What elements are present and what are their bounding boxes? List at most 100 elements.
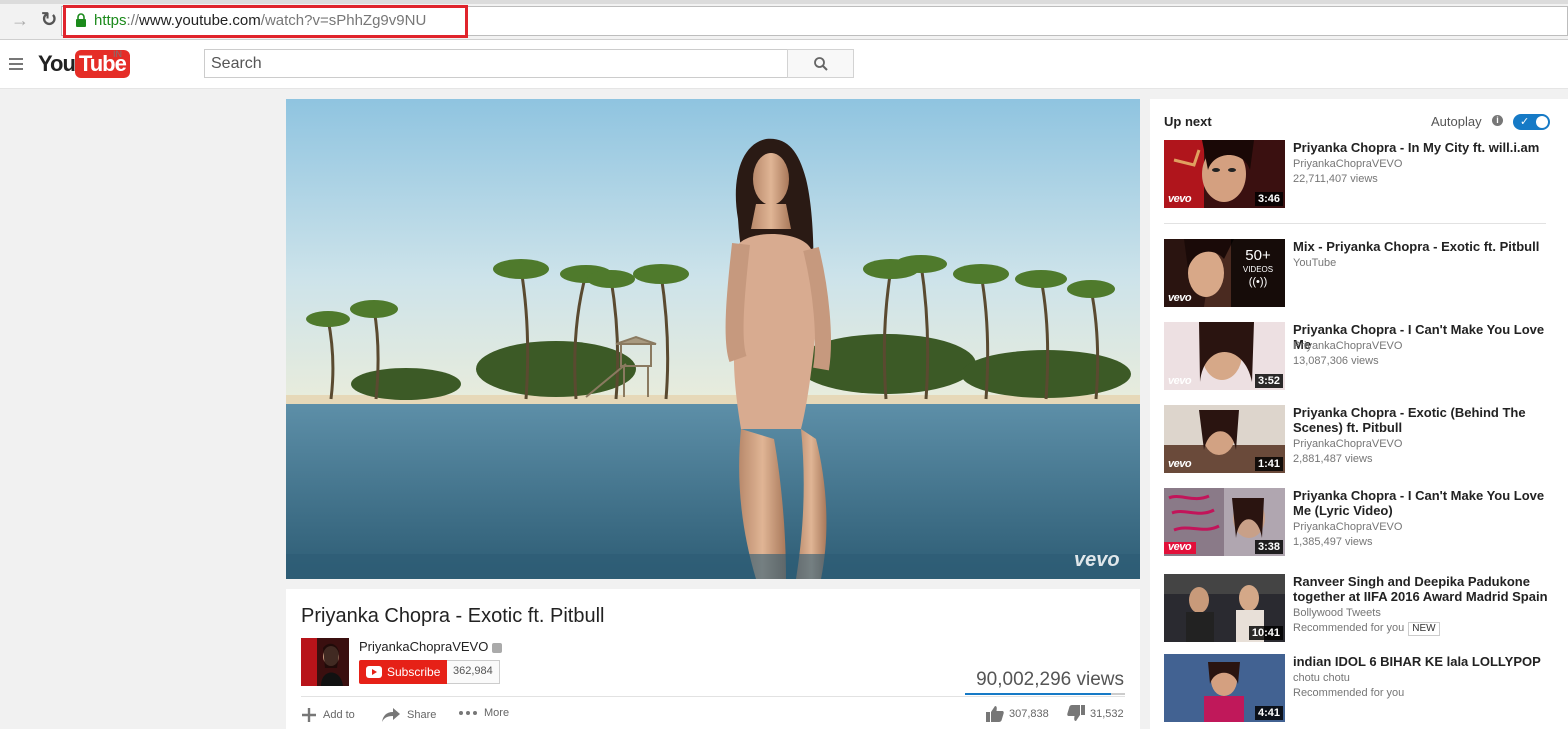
search-input[interactable]: Search	[204, 49, 788, 78]
divider	[1164, 223, 1546, 224]
related-video[interactable]: vevo 3:46 Priyanka Chopra - In My City f…	[1164, 140, 1564, 208]
video-frame: vevo	[286, 99, 1140, 579]
more-label: More	[484, 707, 510, 719]
share-label: Share	[407, 709, 437, 721]
related-video-views: 13,087,306 views	[1293, 355, 1379, 367]
recommended-label: Recommended for you NEW	[1293, 621, 1440, 636]
channel-name[interactable]: PriyankaChopraVEVO	[359, 639, 503, 654]
related-video-channel: YouTube	[1293, 257, 1337, 269]
channel-name-text: PriyankaChopraVEVO	[359, 639, 489, 654]
recommended-text: Recommended for you	[1293, 622, 1405, 634]
mix-videos-label: VIDEOS	[1242, 265, 1274, 274]
related-video-title[interactable]: Ranveer Singh and Deepika Padukone toget…	[1293, 574, 1563, 604]
vevo-logo: vevo	[1168, 193, 1192, 205]
up-next-sidebar: Up next Autoplay i ✓ vevo 3:46 Priyanka …	[1150, 99, 1568, 729]
add-to-button[interactable]: Add to	[301, 707, 355, 723]
verified-icon	[492, 642, 503, 653]
hamburger-menu-icon[interactable]	[9, 58, 23, 70]
autoplay-label: Autoplay	[1431, 114, 1482, 129]
video-thumbnail[interactable]: vevo 3:52	[1164, 322, 1285, 390]
video-thumbnail[interactable]: vevo 50+ VIDEOS ((•))	[1164, 239, 1285, 307]
url-highlight-box	[63, 5, 468, 38]
recommended-label: Recommended for you	[1293, 687, 1405, 699]
related-video-views: 2,881,487 views	[1293, 453, 1373, 465]
mix-icon: ((•))	[1248, 276, 1268, 288]
related-video-title[interactable]: Mix - Priyanka Chopra - Exotic ft. Pitbu…	[1293, 239, 1563, 254]
video-duration: 10:41	[1248, 626, 1283, 640]
avatar-image	[301, 638, 349, 686]
related-video[interactable]: vevo 1:41 Priyanka Chopra - Exotic (Behi…	[1164, 405, 1564, 473]
divider	[301, 696, 1125, 697]
related-video-views: 1,385,497 views	[1293, 536, 1373, 548]
info-icon[interactable]: i	[1492, 115, 1503, 126]
video-thumbnail[interactable]: vevo 3:38	[1164, 488, 1285, 556]
region-code: IN	[113, 49, 122, 59]
new-badge: NEW	[1408, 622, 1440, 636]
related-video-title[interactable]: Priyanka Chopra - Exotic (Behind The Sce…	[1293, 405, 1563, 435]
related-video[interactable]: 10:41 Ranveer Singh and Deepika Padukone…	[1164, 574, 1564, 642]
video-duration: 3:52	[1254, 374, 1283, 388]
video-info-panel: Priyanka Chopra - Exotic ft. Pitbull Pri…	[286, 589, 1140, 729]
tab-strip	[0, 0, 1568, 4]
video-thumbnail[interactable]: vevo 3:46	[1164, 140, 1285, 208]
video-duration: 1:41	[1254, 457, 1283, 471]
video-title: Priyanka Chopra - Exotic ft. Pitbull	[301, 605, 605, 627]
video-thumbnail[interactable]: 10:41	[1164, 574, 1285, 642]
search-icon	[814, 57, 828, 71]
related-video[interactable]: vevo 3:38 Priyanka Chopra - I Can't Make…	[1164, 488, 1564, 556]
reload-icon[interactable]: ↻	[38, 10, 60, 32]
add-to-label: Add to	[323, 709, 355, 721]
video-thumbnail[interactable]: vevo 1:41	[1164, 405, 1285, 473]
related-video[interactable]: vevo 3:52 Priyanka Chopra - I Can't Make…	[1164, 322, 1564, 390]
autoplay-toggle[interactable]: ✓	[1513, 114, 1550, 130]
view-count: 90,002,296 views	[976, 669, 1124, 690]
subscribe-button[interactable]: Subscribe	[359, 660, 447, 684]
checkmark-icon: ✓	[1520, 116, 1530, 128]
vevo-logo: vevo	[1168, 458, 1192, 470]
vevo-watermark: vevo	[1074, 549, 1120, 571]
dislike-count: 31,532	[1090, 707, 1124, 720]
related-video-channel: PriyankaChopraVEVO	[1293, 340, 1403, 352]
thumbs-down-icon	[1067, 705, 1085, 721]
related-video-title[interactable]: Priyanka Chopra - I Can't Make You Love …	[1293, 488, 1563, 518]
vevo-logo: vevo	[1168, 375, 1192, 387]
related-video-channel: Bollywood Tweets	[1293, 607, 1381, 619]
logo-you: You	[38, 51, 76, 76]
video-player[interactable]: vevo	[286, 99, 1140, 579]
related-video-channel: PriyankaChopraVEVO	[1293, 158, 1403, 170]
plus-icon	[302, 708, 316, 722]
more-button[interactable]: More	[458, 707, 509, 719]
like-ratio-fill	[965, 693, 1111, 695]
related-video-channel: PriyankaChopraVEVO	[1293, 521, 1403, 533]
dislike-button[interactable]: 31,532	[1067, 705, 1124, 722]
related-video-title[interactable]: indian IDOL 6 BIHAR KE lala LOLLYPOP	[1293, 654, 1563, 669]
related-video-title[interactable]: Priyanka Chopra - In My City ft. will.i.…	[1293, 140, 1563, 155]
related-video-channel: PriyankaChopraVEVO	[1293, 438, 1403, 450]
video-thumbnail[interactable]: 4:41	[1164, 654, 1285, 722]
more-dots-icon	[459, 711, 477, 715]
vevo-logo: vevo	[1168, 541, 1192, 553]
related-video-views: 22,711,407 views	[1293, 173, 1378, 185]
thumbs-up-icon	[986, 706, 1004, 722]
like-ratio-bar	[965, 693, 1125, 695]
up-next-label: Up next	[1164, 114, 1212, 129]
youtube-play-icon	[366, 666, 382, 678]
channel-avatar[interactable]	[301, 638, 349, 686]
browser-toolbar: → ↻ https://www.youtube.com/watch?v=sPhh…	[0, 0, 1568, 40]
share-button[interactable]: Share	[381, 707, 436, 723]
like-count: 307,838	[1009, 707, 1049, 720]
search-button[interactable]	[787, 49, 854, 78]
related-video[interactable]: 4:41 indian IDOL 6 BIHAR KE lala LOLLYPO…	[1164, 654, 1564, 722]
youtube-header: You Tube IN Search	[0, 40, 1568, 89]
like-button[interactable]: 307,838	[986, 705, 1049, 722]
subscribe-label: Subscribe	[387, 665, 441, 679]
video-duration: 3:38	[1254, 540, 1283, 554]
video-duration: 4:41	[1254, 706, 1283, 720]
share-arrow-icon	[382, 708, 400, 722]
forward-arrow-icon[interactable]: →	[10, 10, 30, 30]
related-mix[interactable]: vevo 50+ VIDEOS ((•)) Mix - Priyanka Cho…	[1164, 239, 1564, 307]
related-video-channel: chotu chotu	[1293, 672, 1350, 684]
vevo-logo: vevo	[1168, 292, 1192, 304]
video-duration: 3:46	[1254, 192, 1283, 206]
toggle-knob	[1536, 116, 1548, 128]
